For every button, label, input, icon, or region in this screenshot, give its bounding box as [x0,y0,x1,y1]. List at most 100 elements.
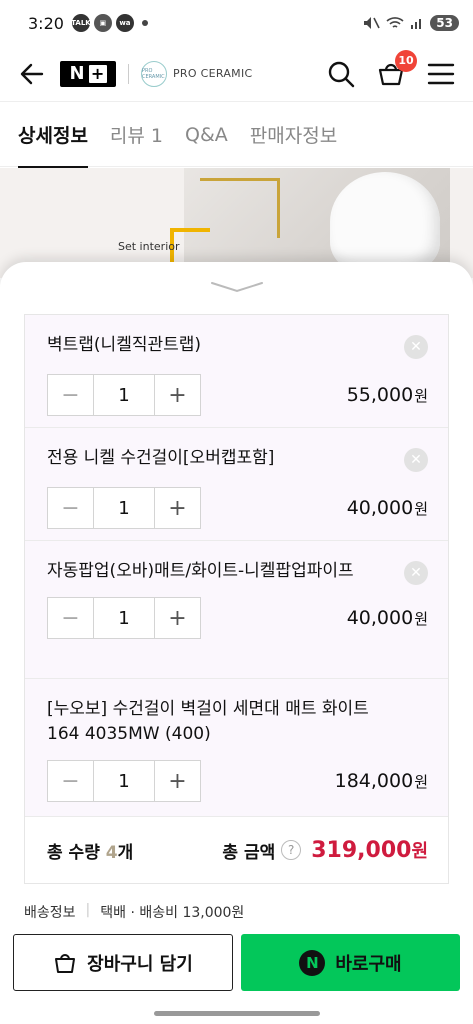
shipping-info: 배송정보 | 택배 · 배송비 13,000원 [24,902,244,922]
quantity-value[interactable]: 1 [93,598,155,638]
chevron-down-icon[interactable] [210,280,264,294]
quantity-stepper: − 1 + [47,374,201,416]
logo-letter: N [69,63,85,84]
option-controls: − 1 + 184,000원 [25,749,448,813]
option-item: [누오보] 수건걸이 벽걸이 세면대 매트 화이트 164 4035MW (40… [25,679,448,817]
toilet-graphic [330,172,440,272]
option-item: 벽트랩(니켈직관트랩) ✕ − 1 + 55,000원 [25,315,448,428]
option-name: 벽트랩(니켈직관트랩) [47,335,202,355]
quantity-value[interactable]: 1 [93,488,155,528]
cart-badge: 10 [395,49,417,72]
product-tabs: 상세정보 리뷰 1 Q&A 판매자정보 [0,103,473,168]
currency-unit: 원 [414,500,428,518]
option-item: 전용 니켈 수건걸이[오버캡포함] ✕ − 1 + 40,000원 [25,428,448,541]
notification-dot-icon [141,20,148,26]
option-price-value: 184,000 [334,770,414,792]
towel-rail-graphic [200,178,280,238]
option-name: 전용 니켈 수건걸이[오버캡포함] [47,448,275,468]
decrease-button[interactable]: − [48,598,93,638]
mute-icon [364,17,381,29]
set-interior-caption: Set interior [118,240,180,253]
option-price: 40,000원 [347,497,428,519]
signal-icon [411,19,422,29]
wa-icon: wa [115,14,134,32]
purchase-action-bar: 장바구니 담기 N 바로구매 [0,922,473,1006]
status-time: 3:20 [28,13,64,33]
total-quantity: 총 수량 4개 [47,838,133,863]
naver-plus-logo[interactable]: N + [60,60,116,87]
option-item: 자동팝업(오바)매트/화이트-니켈팝업파이프 ✕ − 1 + 40,000원 [25,541,448,679]
shopping-bag-icon [55,953,76,973]
remove-option-icon[interactable]: ✕ [404,561,428,585]
option-controls: − 1 + 40,000원 [25,476,448,540]
option-price-value: 40,000 [346,607,414,629]
brand-name[interactable]: PRO CERAMIC [173,67,253,80]
brand-logo-text: PRO CERAMIC [142,67,165,80]
add-to-cart-button[interactable]: 장바구니 담기 [13,934,233,991]
quantity-stepper: − 1 + [47,760,201,802]
back-arrow-icon[interactable] [18,60,46,88]
total-amount: 319,000원 [311,837,428,863]
selected-options-list: 벽트랩(니켈직관트랩) ✕ − 1 + 55,000원 전용 니켈 수건걸이[오… [24,314,449,884]
menu-icon[interactable] [427,62,455,86]
logo-plus: + [88,64,107,83]
search-icon[interactable] [327,60,355,88]
scan-icon: ▣ [93,14,112,32]
currency-unit: 원 [414,773,428,791]
increase-button[interactable]: + [155,488,200,528]
option-price-value: 40,000 [346,497,414,519]
tab-details[interactable]: 상세정보 [18,103,88,168]
talk-icon: TALK [71,14,91,32]
total-quantity-label: 총 수량 [47,842,106,863]
buy-now-label: 바로구매 [335,953,402,975]
app-header: N + PRO CERAMIC PRO CERAMIC 10 [0,46,473,102]
option-controls: − 1 + 55,000원 [25,363,448,427]
option-price-value: 55,000 [346,384,414,406]
quantity-value[interactable]: 1 [93,375,155,415]
total-quantity-value: 4 [105,842,118,863]
tab-reviews[interactable]: 리뷰 1 [110,103,163,167]
increase-button[interactable]: + [155,598,200,638]
option-name: 자동팝업(오바)매트/화이트-니켈팝업파이프 [47,561,354,581]
tab-seller-info[interactable]: 판매자정보 [250,103,337,167]
status-bar: 3:20 TALK ▣ wa 53 [0,0,473,46]
cart-button[interactable]: 10 [377,49,417,88]
order-summary: 총 수량 4개 총 금액 ? 319,000원 [25,817,448,883]
help-icon[interactable]: ? [281,840,302,860]
option-price: 55,000원 [347,384,428,406]
option-name: [누오보] 수건걸이 벽걸이 세면대 매트 화이트 164 4035MW (40… [47,699,369,744]
add-to-cart-label: 장바구니 담기 [87,953,193,975]
battery-indicator: 53 [430,15,459,31]
naver-n-icon: N [299,949,326,976]
quantity-stepper: − 1 + [47,487,201,529]
decrease-button[interactable]: − [48,761,93,801]
header-divider [128,63,129,84]
total-quantity-unit: 개 [117,842,134,863]
increase-button[interactable]: + [155,375,200,415]
currency-unit: 원 [414,610,428,628]
home-indicator[interactable] [154,1011,320,1016]
buy-now-button[interactable]: N 바로구매 [241,934,460,991]
decrease-button[interactable]: − [48,488,93,528]
total-amount-label: 총 금액 [222,842,276,863]
currency-unit: 원 [411,841,428,862]
option-controls: − 1 + 40,000원 [25,586,448,650]
option-price: 40,000원 [347,607,428,629]
currency-unit: 원 [414,387,428,405]
status-right: 53 [362,15,459,31]
wifi-icon [386,17,404,28]
remove-option-icon[interactable]: ✕ [404,448,428,472]
tab-qna[interactable]: Q&A [185,103,228,167]
remove-option-icon[interactable]: ✕ [404,335,428,359]
shipping-label: 배송정보 [24,905,76,921]
shipping-divider: | [85,902,91,918]
option-bottom-sheet: 벽트랩(니켈직관트랩) ✕ − 1 + 55,000원 전용 니켈 수건걸이[오… [0,262,473,1024]
brand-logo[interactable]: PRO CERAMIC [141,60,167,87]
increase-button[interactable]: + [155,761,200,801]
quantity-value[interactable]: 1 [93,761,155,801]
decrease-button[interactable]: − [48,375,93,415]
quantity-stepper: − 1 + [47,597,201,639]
header-actions: 10 [327,49,455,88]
shipping-method: 택배 · 배송비 13,000원 [100,905,245,921]
option-price: 184,000원 [335,770,428,792]
